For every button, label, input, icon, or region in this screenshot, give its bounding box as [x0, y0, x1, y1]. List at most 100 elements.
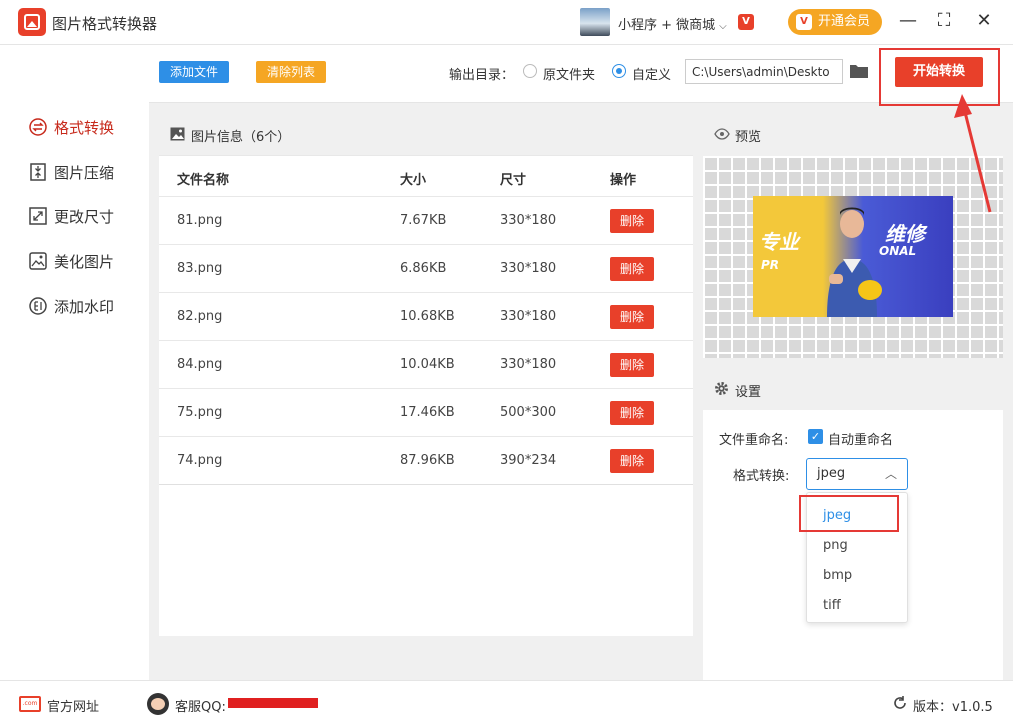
output-directory-label: 输出目录： — [449, 68, 515, 83]
official-website-link[interactable]: 官方网址 — [47, 696, 99, 715]
highlight-jpeg-option — [799, 495, 899, 532]
worker-figure — [821, 202, 883, 317]
file-name: 75.png — [177, 405, 223, 420]
column-header-name: 文件名称 — [177, 173, 230, 188]
title-bar: 图片格式转换器 小程序 + 微商城 ⌵ V V 开通会员 — ⛶ ✕ — [0, 0, 1013, 45]
settings-title: 设置 — [735, 385, 762, 400]
preview-text: 专业 — [759, 230, 799, 254]
file-list-title: 图片信息（6个） — [191, 130, 291, 145]
delete-button[interactable]: 删除 — [610, 257, 654, 281]
delete-button[interactable]: 删除 — [610, 353, 654, 377]
radio-source-folder[interactable] — [523, 64, 537, 78]
output-path-input[interactable] — [685, 59, 843, 84]
user-avatar[interactable] — [580, 8, 610, 36]
sidebar-item-beautify[interactable]: 美化图片 — [28, 249, 114, 273]
file-size: 10.04KB — [400, 357, 455, 372]
file-dimensions: 330*180 — [500, 309, 557, 324]
website-icon: .com — [19, 696, 41, 712]
auto-rename-label[interactable]: 自动重命名 — [828, 429, 893, 448]
table-row: 84.png 10.04KB 330*180 删除 — [159, 340, 693, 388]
image-icon — [170, 127, 185, 141]
highlight-start-button — [879, 48, 1000, 106]
preview-header: 预览 — [703, 113, 1003, 156]
sidebar-item-format-convert[interactable]: 格式转换 — [28, 115, 114, 139]
table-row: 83.png 6.86KB 330*180 删除 — [159, 244, 693, 292]
preview-text: PR — [761, 258, 780, 272]
version-label: 版本：v1.0.5 — [913, 700, 993, 715]
gear-icon — [714, 381, 729, 396]
format-option-tiff[interactable]: tiff — [807, 591, 907, 621]
mini-program-menu[interactable]: 小程序 + 微商城 ⌵ — [618, 14, 727, 33]
file-name: 82.png — [177, 309, 223, 324]
convert-icon — [28, 117, 48, 137]
preview-panel: 预览 专业 维修 PR ONAL — [703, 113, 1003, 358]
maximize-button[interactable]: ⛶ — [932, 10, 956, 34]
table-row: 75.png 17.46KB 500*300 删除 — [159, 388, 693, 436]
sidebar-item-label: 美化图片 — [54, 252, 115, 271]
sidebar-item-label: 添加水印 — [54, 297, 115, 316]
beautify-icon — [28, 251, 48, 271]
file-size: 17.46KB — [400, 405, 455, 420]
open-membership-button[interactable]: V 开通会员 — [788, 9, 882, 35]
delete-button[interactable]: 删除 — [610, 209, 654, 233]
support-qq-label[interactable]: 客服QQ: — [175, 696, 226, 715]
mini-program-label: 小程序 + 微商城 — [618, 18, 716, 33]
resize-icon — [28, 206, 48, 226]
preview-text: 维修 — [885, 222, 925, 246]
delete-button[interactable]: 删除 — [610, 449, 654, 473]
file-name: 84.png — [177, 357, 223, 372]
sidebar-item-label: 图片压缩 — [54, 163, 115, 182]
sidebar-item-watermark[interactable]: 添加水印 — [28, 294, 114, 318]
table-row: 74.png 87.96KB 390*234 删除 — [159, 436, 693, 484]
file-dimensions: 330*180 — [500, 213, 557, 228]
preview-text: ONAL — [879, 244, 917, 258]
chevron-down-icon: ⌵ — [719, 21, 727, 32]
main-area: 图片信息（6个） 文件名称 大小 尺寸 操作 81.png 7.67KB 330… — [149, 103, 1013, 680]
folder-icon[interactable] — [849, 63, 869, 79]
rename-label: 文件重命名: — [719, 433, 789, 448]
auto-rename-checkbox[interactable]: ✓ — [808, 429, 823, 444]
column-header-action: 操作 — [610, 173, 637, 188]
table-row: 82.png 10.68KB 330*180 删除 — [159, 292, 693, 340]
vip-badge-icon: V — [796, 14, 812, 30]
delete-button[interactable]: 删除 — [610, 305, 654, 329]
file-size: 10.68KB — [400, 309, 455, 324]
format-option-png[interactable]: png — [807, 531, 907, 561]
delete-button[interactable]: 删除 — [610, 401, 654, 425]
refresh-icon[interactable] — [892, 695, 908, 711]
file-name: 81.png — [177, 213, 223, 228]
redacted-qq-number — [228, 698, 318, 708]
add-files-button[interactable]: 添加文件 — [159, 61, 229, 83]
format-option-bmp[interactable]: bmp — [807, 561, 907, 591]
radio-custom-folder-label[interactable]: 自定义 — [632, 64, 671, 83]
sidebar: 格式转换 图片压缩 更改尺寸 美化图片 添加水印 — [0, 45, 149, 680]
sidebar-item-resize[interactable]: 更改尺寸 — [28, 204, 114, 228]
app-title: 图片格式转换器 — [52, 15, 158, 33]
preview-image: 专业 维修 PR ONAL — [753, 196, 953, 317]
file-dimensions: 330*180 — [500, 357, 557, 372]
radio-source-folder-label[interactable]: 原文件夹 — [543, 64, 595, 83]
file-dimensions: 500*300 — [500, 405, 557, 420]
status-bar: .com 官方网址 客服QQ: 版本：v1.0.5 — [0, 680, 1013, 725]
compress-icon — [28, 162, 48, 182]
minimize-button[interactable]: — — [896, 10, 920, 34]
open-membership-label: 开通会员 — [818, 14, 871, 29]
sidebar-item-label: 更改尺寸 — [54, 207, 115, 226]
sidebar-item-compress[interactable]: 图片压缩 — [28, 160, 114, 184]
file-name: 83.png — [177, 261, 223, 276]
table-divider — [159, 484, 693, 485]
file-size: 87.96KB — [400, 453, 455, 468]
watermark-icon — [28, 296, 48, 316]
format-select[interactable]: jpeg ︿ — [806, 458, 908, 490]
file-dimensions: 390*234 — [500, 453, 557, 468]
table-row: 81.png 7.67KB 330*180 删除 — [159, 196, 693, 244]
radio-custom-folder[interactable] — [612, 64, 626, 78]
vip-icon: V — [738, 14, 754, 30]
column-header-size: 大小 — [400, 173, 427, 188]
close-button[interactable]: ✕ — [972, 10, 996, 34]
file-list-panel: 图片信息（6个） 文件名称 大小 尺寸 操作 81.png 7.67KB 330… — [159, 113, 693, 636]
settings-header: 设置 — [703, 368, 1003, 410]
preview-eye-icon — [714, 128, 730, 140]
clear-list-button[interactable]: 清除列表 — [256, 61, 326, 83]
file-list-header: 图片信息（6个） — [159, 113, 693, 156]
